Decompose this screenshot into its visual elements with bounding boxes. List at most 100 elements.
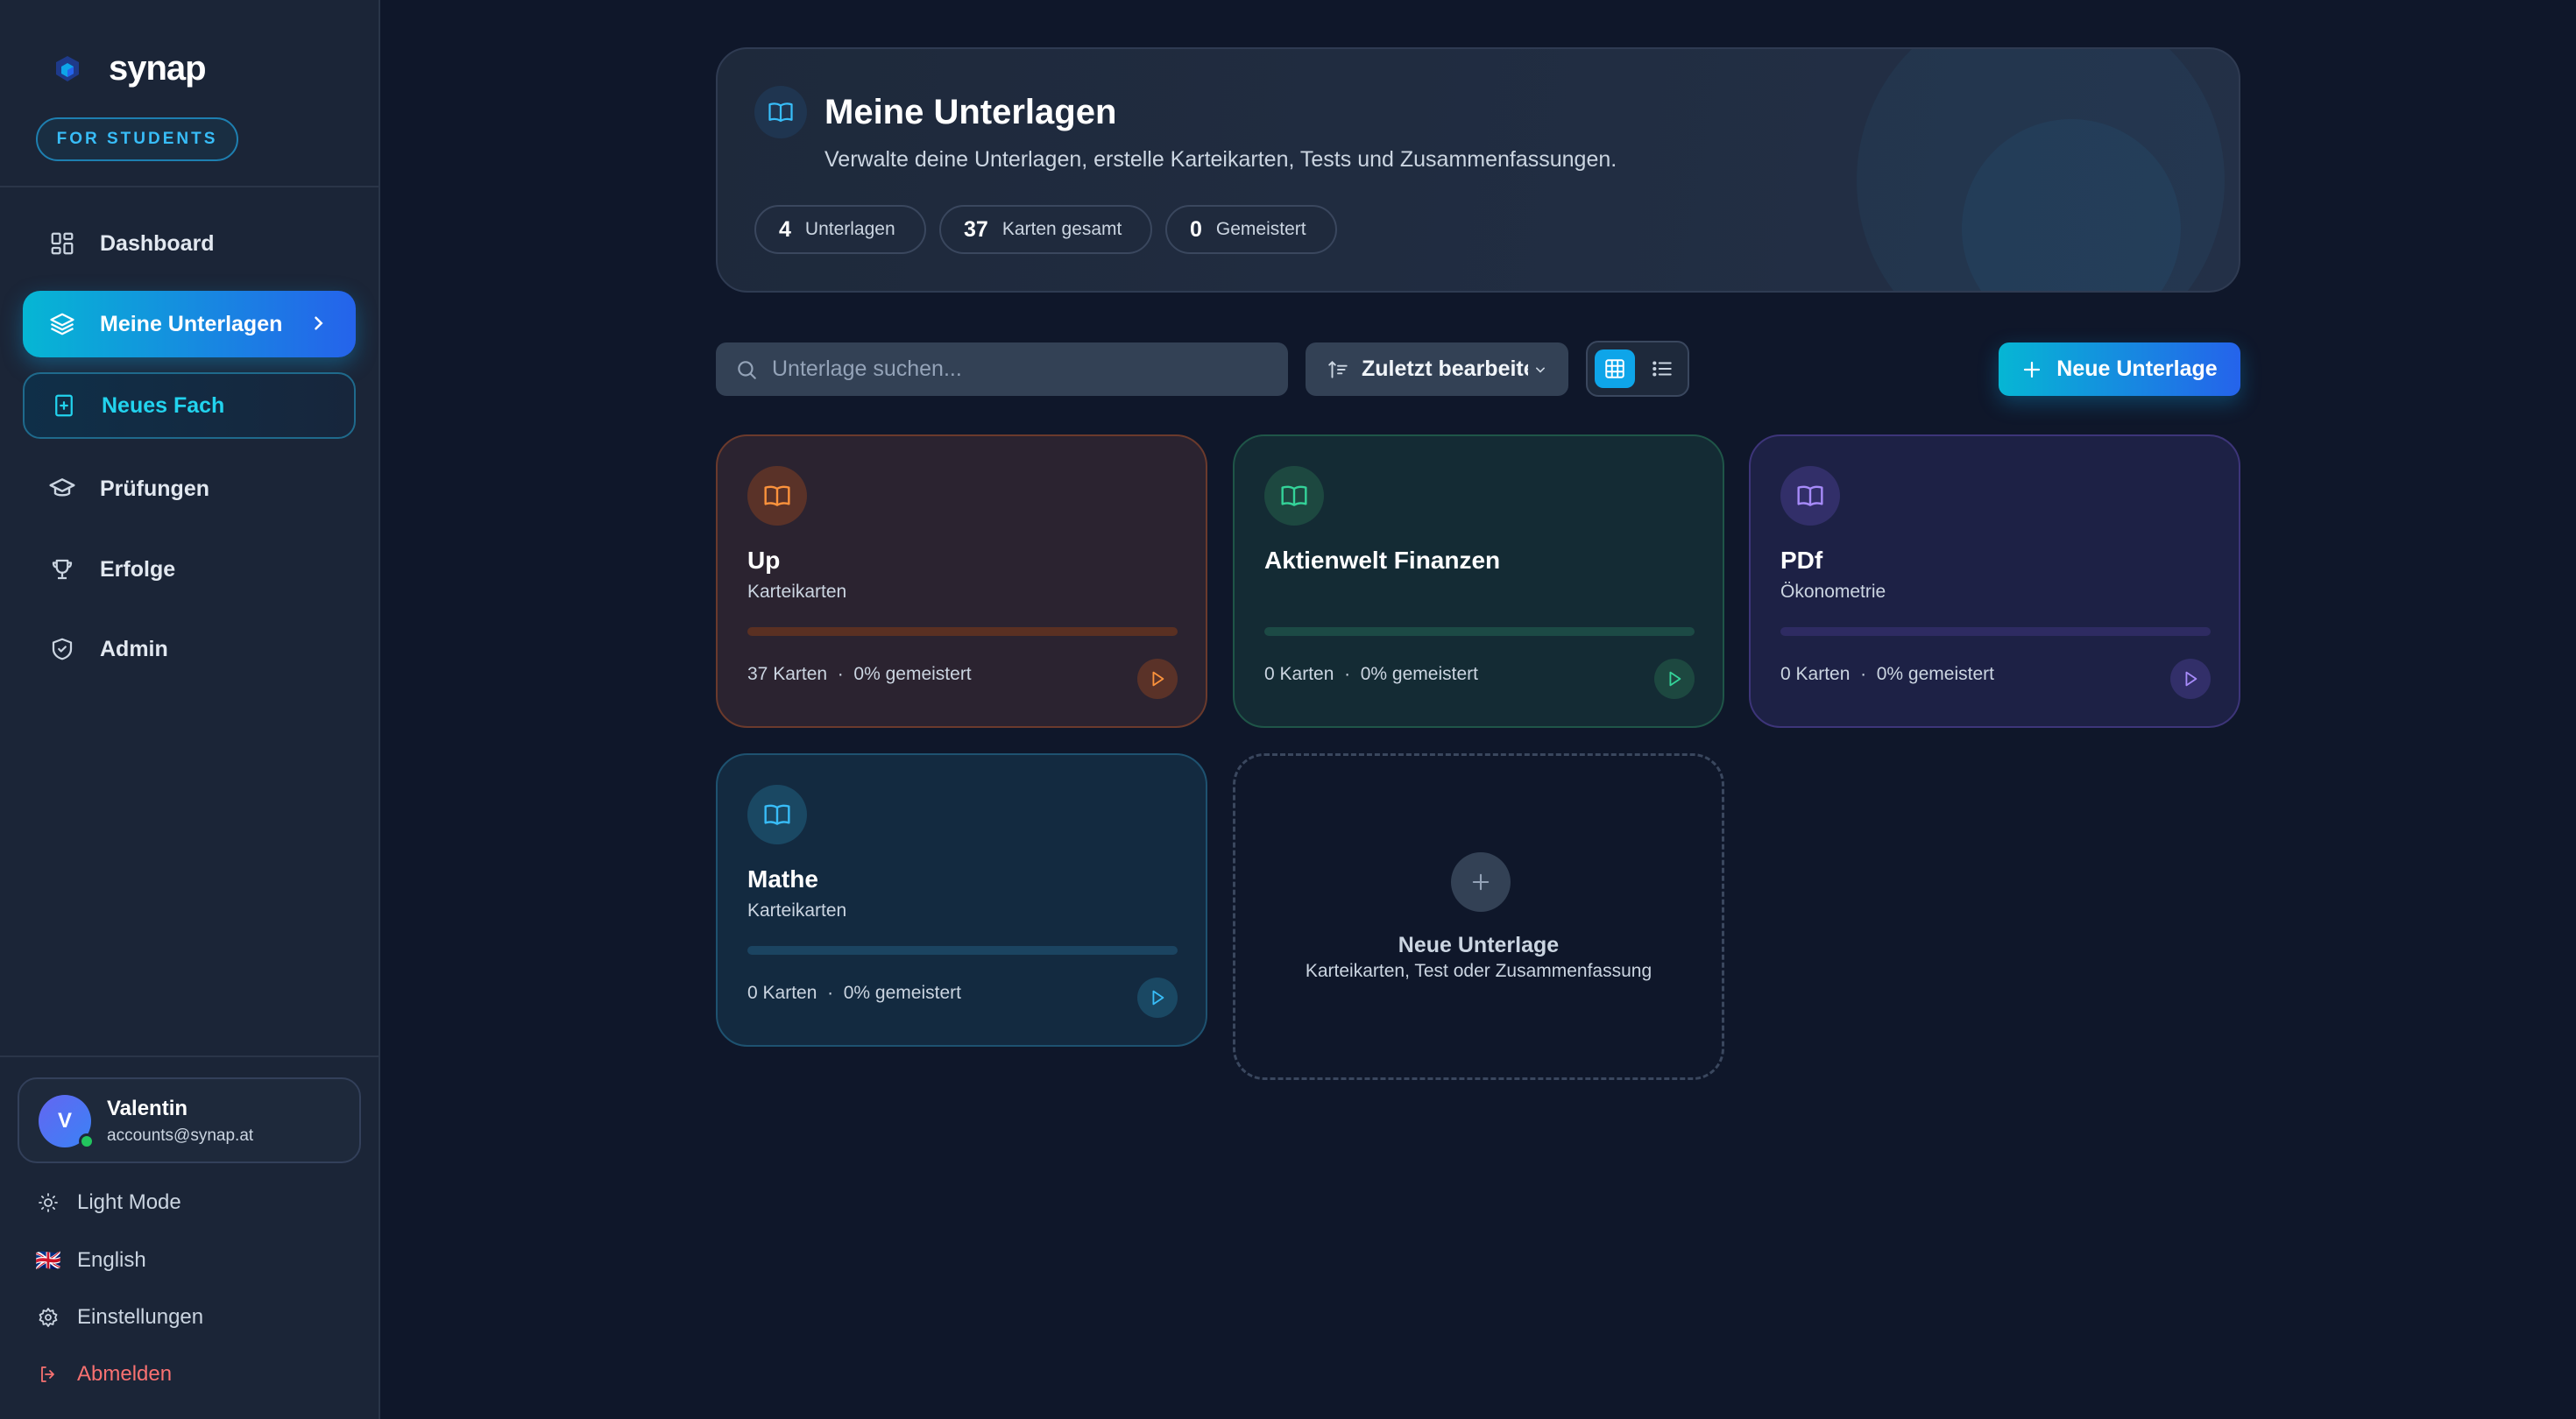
- unterlage-card-aktienwelt[interactable]: Aktienwelt Finanzen 0 Karten · 0% gemeis…: [1233, 434, 1724, 728]
- list-icon: [1652, 361, 1672, 377]
- nav-label-neues-fach: Neues Fach: [102, 392, 225, 418]
- trophy-icon: [47, 554, 77, 584]
- settings-label: Einstellungen: [77, 1305, 204, 1329]
- logout-label: Abmelden: [77, 1362, 173, 1386]
- nav-dashboard[interactable]: Dashboard: [23, 210, 356, 277]
- stat-label: Unterlagen: [804, 219, 895, 239]
- layers-icon: [47, 309, 77, 339]
- for-students-badge: FOR STUDENTS: [36, 117, 238, 161]
- progress-bar: [747, 627, 1178, 636]
- card-title: Up: [747, 547, 781, 574]
- sort-icon: [1327, 358, 1349, 381]
- nav-pruefungen[interactable]: Prüfungen: [23, 455, 356, 522]
- stat-karten-gesamt: 37 Karten gesamt: [939, 205, 1152, 254]
- new-unterlage-button[interactable]: Neue Unterlage: [1999, 342, 2240, 396]
- book-icon: [747, 785, 807, 844]
- card-count: 0 Karten: [747, 983, 817, 1003]
- book-icon: [754, 86, 807, 138]
- card-meta: 0 Karten · 0% gemeistert: [747, 983, 961, 1004]
- stat-label: Karten gesamt: [1001, 219, 1122, 239]
- play-icon: [1669, 671, 1681, 687]
- play-icon: [1152, 671, 1164, 687]
- search-field[interactable]: [716, 342, 1288, 396]
- synap-logo-icon: [56, 55, 79, 81]
- progress-bar: [1264, 627, 1695, 636]
- card-title: Mathe: [747, 865, 818, 893]
- page-header-card: Meine Unterlagen Verwalte deine Unterlag…: [716, 47, 2240, 293]
- play-button[interactable]: [2170, 659, 2211, 699]
- plus-icon: [2021, 359, 2042, 380]
- card-meta: 0 Karten · 0% gemeistert: [1780, 664, 1994, 685]
- play-button[interactable]: [1654, 659, 1695, 699]
- add-unterlage-card[interactable]: Neue Unterlage Karteikarten, Test oder Z…: [1233, 753, 1724, 1080]
- book-icon: [1780, 466, 1840, 526]
- card-count: 0 Karten: [1264, 664, 1334, 684]
- settings-link[interactable]: Einstellungen: [35, 1300, 203, 1335]
- search-input[interactable]: [772, 357, 1263, 382]
- card-subtitle: Ökonometrie: [1780, 582, 1886, 602]
- unterlage-card-pdf[interactable]: PDf Ökonometrie 0 Karten · 0% gemeistert: [1749, 434, 2240, 728]
- card-meta: 37 Karten · 0% gemeistert: [747, 664, 972, 685]
- sort-dropdown[interactable]: Zuletzt bearbeitet: [1306, 342, 1568, 396]
- card-mastered: 0% gemeistert: [1360, 664, 1478, 684]
- nav-label-dashboard: Dashboard: [100, 230, 215, 256]
- nav-neues-fach[interactable]: Neues Fach: [23, 372, 356, 439]
- user-name: Valentin: [107, 1097, 188, 1120]
- stat-value: 37: [964, 216, 988, 242]
- book-icon: [747, 466, 807, 526]
- language-label: English: [77, 1248, 146, 1272]
- user-email: accounts@synap.at: [107, 1126, 254, 1145]
- unterlage-card-mathe[interactable]: Mathe Karteikarten 0 Karten · 0% gemeist…: [716, 753, 1207, 1047]
- light-mode-label: Light Mode: [77, 1190, 181, 1214]
- chevron-down-icon: [1532, 361, 1549, 378]
- page-title: Meine Unterlagen: [824, 93, 1117, 131]
- add-card-title: Neue Unterlage: [1398, 933, 1560, 957]
- meta-separator: ·: [1344, 664, 1351, 684]
- grid-view-button[interactable]: [1595, 349, 1635, 388]
- card-meta: 0 Karten · 0% gemeistert: [1264, 664, 1478, 685]
- nav-meine-unterlagen[interactable]: Meine Unterlagen: [23, 291, 356, 357]
- sun-icon: [35, 1190, 61, 1216]
- card-mastered: 0% gemeistert: [843, 983, 961, 1003]
- gear-icon: [35, 1304, 61, 1331]
- graduation-cap-icon: [47, 474, 77, 504]
- user-profile-card[interactable]: V Valentin accounts@synap.at: [18, 1077, 361, 1163]
- progress-bar: [1780, 627, 2211, 636]
- sidebar-divider: [0, 186, 379, 187]
- card-count: 0 Karten: [1780, 664, 1851, 684]
- online-status-dot: [79, 1133, 95, 1149]
- stat-value: 0: [1190, 216, 1202, 242]
- nav-label-pruefungen: Prüfungen: [100, 476, 209, 501]
- brand-logo[interactable]: synap: [49, 49, 207, 88]
- brand-name: synap: [109, 49, 207, 88]
- nav-label-erfolge: Erfolge: [100, 556, 176, 582]
- shield-icon: [47, 634, 77, 664]
- nav-label-meine-unterlagen: Meine Unterlagen: [100, 311, 283, 336]
- list-view-button[interactable]: [1642, 349, 1682, 388]
- new-book-icon: [49, 391, 79, 420]
- meta-separator: ·: [1860, 664, 1867, 684]
- nav-admin[interactable]: Admin: [23, 616, 356, 682]
- card-title: PDf: [1780, 547, 1823, 574]
- nav-label-admin: Admin: [100, 636, 168, 661]
- nav-erfolge[interactable]: Erfolge: [23, 536, 356, 603]
- stat-gemeistert: 0 Gemeistert: [1165, 205, 1337, 254]
- logout-link[interactable]: Abmelden: [35, 1357, 172, 1392]
- user-divider: [0, 1055, 379, 1057]
- unterlage-card-up[interactable]: Up Karteikarten 37 Karten · 0% gemeister…: [716, 434, 1207, 728]
- language-selector[interactable]: 🇬🇧 English: [35, 1243, 146, 1278]
- play-icon: [2185, 671, 2197, 687]
- search-icon: [735, 358, 758, 381]
- card-mastered: 0% gemeistert: [1876, 664, 1994, 684]
- card-mastered: 0% gemeistert: [853, 664, 972, 684]
- play-button[interactable]: [1137, 659, 1178, 699]
- meta-separator: ·: [837, 664, 844, 684]
- card-subtitle: Karteikarten: [747, 900, 847, 921]
- new-unterlage-label: Neue Unterlage: [2056, 357, 2218, 381]
- uk-flag-icon: 🇬🇧: [35, 1248, 61, 1273]
- light-mode-toggle[interactable]: Light Mode: [35, 1185, 181, 1220]
- card-count: 37 Karten: [747, 664, 828, 684]
- sort-selected-value: Zuletzt bearbeitet: [1362, 357, 1528, 381]
- play-icon: [1152, 990, 1164, 1006]
- play-button[interactable]: [1137, 978, 1178, 1018]
